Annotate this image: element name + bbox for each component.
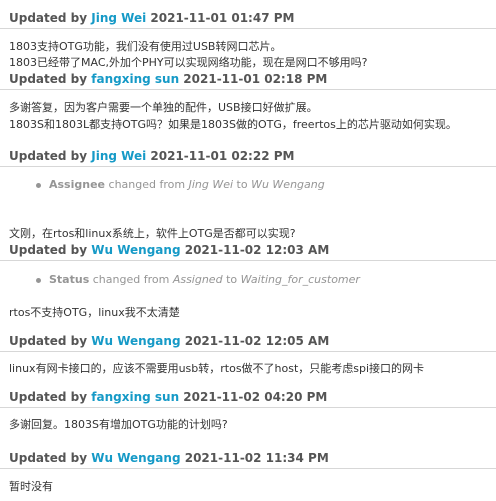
- note-text: 1803已经带了MAC,外加个PHY可以实现网络功能，现在是网口不够用吗?: [9, 56, 368, 69]
- change-detail: Status changed from Assigned to Waiting_…: [36, 272, 360, 288]
- changed-field: Assignee: [49, 178, 106, 191]
- changed-from-label: changed from: [92, 273, 170, 286]
- author-link[interactable]: Wu Wengang: [91, 451, 180, 465]
- updated-by-label: Updated by: [9, 390, 88, 404]
- author-link[interactable]: Wu Wengang: [91, 334, 180, 348]
- changed-field: Status: [49, 273, 90, 286]
- timestamp-link[interactable]: 2021-11-01 02:18 PM: [183, 72, 327, 86]
- updated-by-label: Updated by: [9, 72, 88, 86]
- updated-by-label: Updated by: [9, 334, 88, 348]
- note-text: 多谢回复。1803S有增加OTG功能的计划吗?: [9, 418, 228, 431]
- author-link[interactable]: Jing Wei: [91, 149, 146, 163]
- author-link[interactable]: Jing Wei: [91, 11, 146, 25]
- journal-header: Updated by fangxing sun 2021-11-02 04:20…: [0, 388, 496, 408]
- to-label: to: [236, 178, 248, 191]
- timestamp-link[interactable]: 2021-11-02 04:20 PM: [183, 390, 327, 404]
- author-link[interactable]: fangxing sun: [91, 72, 179, 86]
- updated-by-label: Updated by: [9, 11, 88, 25]
- change-detail: Assignee changed from Jing Wei to Wu Wen…: [36, 177, 325, 193]
- journal-header: Updated by Jing Wei 2021-11-01 02:22 PM: [0, 147, 496, 167]
- timestamp-link[interactable]: 2021-11-02 11:34 PM: [185, 451, 329, 465]
- old-value: Assigned: [172, 273, 223, 286]
- journal-header: Updated by fangxing sun 2021-11-01 02:18…: [0, 70, 496, 90]
- old-value: Jing Wei: [188, 178, 234, 191]
- journal-header: Updated by Wu Wengang 2021-11-02 12:03 A…: [0, 241, 496, 261]
- note-text: rtos不支持OTG，linux我不太清楚: [9, 306, 180, 319]
- updated-by-label: Updated by: [9, 149, 88, 163]
- journal-header: Updated by Wu Wengang 2021-11-02 12:05 A…: [0, 332, 496, 352]
- changed-from-label: changed from: [108, 178, 186, 191]
- journal-header: Updated by Jing Wei 2021-11-01 01:47 PM: [0, 9, 496, 29]
- updated-by-label: Updated by: [9, 243, 88, 257]
- timestamp-link[interactable]: 2021-11-01 02:22 PM: [150, 149, 294, 163]
- note-text: 1803S和1803L都支持OTG吗？如果是1803S做的OTG，freerto…: [9, 118, 457, 131]
- timestamp-link[interactable]: 2021-11-01 01:47 PM: [150, 11, 294, 25]
- journal-header: Updated by Wu Wengang 2021-11-02 11:34 P…: [0, 449, 496, 469]
- new-value: Waiting_for_customer: [240, 273, 360, 286]
- note-text: 多谢答复，因为客户需要一个单独的配件，USB接口好做扩展。: [9, 101, 318, 114]
- bullet-icon: [36, 277, 41, 283]
- bullet-icon: [36, 182, 41, 188]
- new-value: Wu Wengang: [251, 178, 325, 191]
- note-text: 文刚，在rtos和linux系统上，软件上OTG是否都可以实现?: [9, 227, 296, 240]
- note-text: linux有网卡接口的，应该不需要用usb转，rtos做不了host，只能考虑s…: [9, 362, 425, 375]
- timestamp-link[interactable]: 2021-11-02 12:03 AM: [185, 243, 330, 257]
- note-text: 1803支持OTG功能，我们没有使用过USB转网口芯片。: [9, 40, 282, 53]
- updated-by-label: Updated by: [9, 451, 88, 465]
- to-label: to: [226, 273, 238, 286]
- timestamp-link[interactable]: 2021-11-02 12:05 AM: [185, 334, 330, 348]
- author-link[interactable]: fangxing sun: [91, 390, 179, 404]
- author-link[interactable]: Wu Wengang: [91, 243, 180, 257]
- note-text: 暂时没有: [9, 480, 53, 493]
